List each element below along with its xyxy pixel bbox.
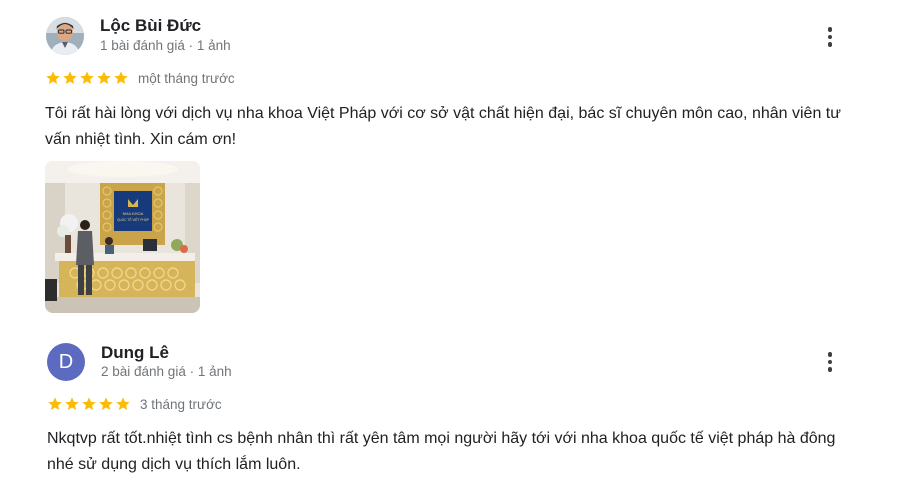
star-icon	[80, 71, 94, 84]
star-icon	[48, 397, 62, 410]
review-text: Nkqtvp rất tốt.nhiệt tình cs bệnh nhân t…	[47, 430, 836, 473]
star-icon	[82, 397, 96, 410]
star-icon	[65, 397, 79, 410]
review-photo[interactable]: NHA KHOA QUỐC TẾ VIỆT PHÁP	[45, 161, 200, 313]
avatar-photo-image	[46, 17, 84, 55]
star-rating	[45, 70, 129, 86]
review-time: 3 tháng trước	[140, 396, 222, 412]
review-card: D Dung Lê 2 bài đánh giá · 1 ảnh 3 tháng…	[0, 330, 900, 500]
reviewer-name[interactable]: Dung Lê	[101, 343, 169, 363]
reviewer-name[interactable]: Lộc Bùi Đức	[100, 16, 201, 36]
clinic-reception-photo: NHA KHOA QUỐC TẾ VIỆT PHÁP	[45, 161, 200, 313]
star-rating	[47, 396, 131, 412]
reviewer-avatar[interactable]: D	[47, 343, 85, 381]
more-vert-icon	[827, 352, 833, 357]
star-icon	[114, 71, 128, 84]
rating-row: một tháng trước	[45, 69, 235, 87]
reviewer-meta: 2 bài đánh giá · 1 ảnh	[101, 364, 232, 379]
more-options-button[interactable]	[818, 349, 842, 375]
reviewer-meta: 1 bài đánh giá · 1 ảnh	[100, 38, 231, 53]
rating-row: 3 tháng trước	[47, 395, 222, 413]
svg-text:QUỐC TẾ VIỆT PHÁP: QUỐC TẾ VIỆT PHÁP	[117, 217, 149, 222]
review-card: Lộc Bùi Đức 1 bài đánh giá · 1 ảnh một t…	[0, 0, 900, 330]
svg-text:NHA KHOA: NHA KHOA	[123, 211, 144, 216]
review-text: Tôi rất hài lòng với dịch vụ nha khoa Vi…	[45, 105, 841, 148]
star-icon	[46, 71, 60, 84]
more-vert-icon	[827, 27, 833, 32]
reviewer-avatar[interactable]	[46, 17, 84, 55]
star-icon	[116, 397, 130, 410]
star-icon	[99, 397, 113, 410]
star-icon	[97, 71, 111, 84]
review-time: một tháng trước	[138, 70, 235, 86]
more-options-button[interactable]	[818, 24, 842, 50]
star-icon	[63, 71, 77, 84]
